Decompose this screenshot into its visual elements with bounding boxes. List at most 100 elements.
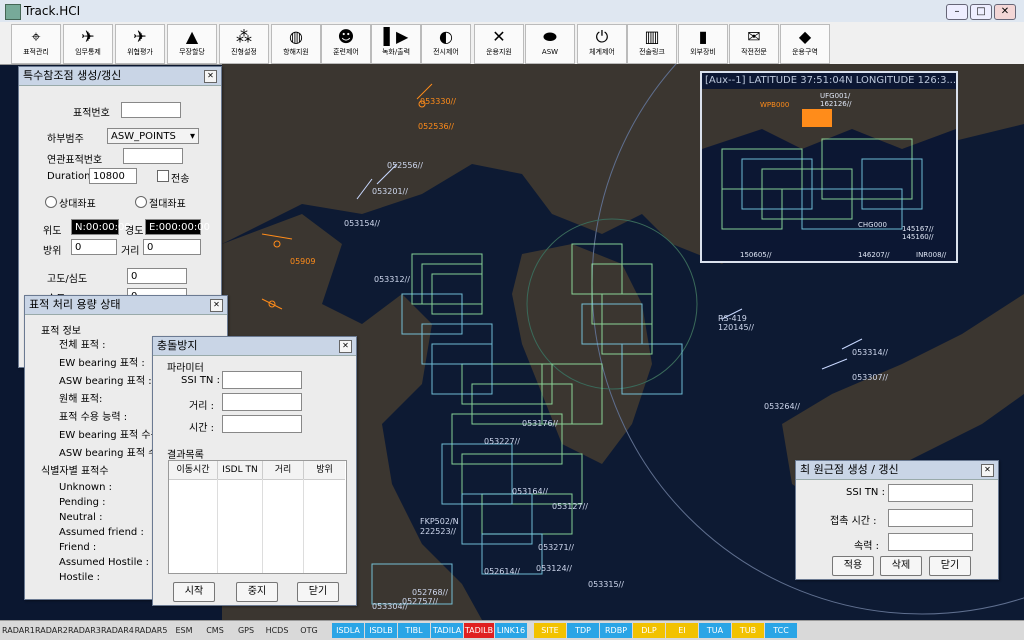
toolbar-button-asw[interactable]: ⬬ ASW xyxy=(525,24,575,64)
column-header[interactable]: 거리 xyxy=(263,461,304,480)
toolbar-button-external[interactable]: ▮ 외부장비 xyxy=(678,24,728,64)
toolbar-button-op-area[interactable]: ◆ 운용구역 xyxy=(780,24,830,64)
close-icon[interactable]: ✕ xyxy=(981,464,994,477)
relative-label: 상대좌표 xyxy=(59,199,96,210)
absolute-label: 절대좌표 xyxy=(149,199,186,210)
toolbar-button-mission-control[interactable]: ✈ 임무통제 xyxy=(63,24,113,64)
status-indicator-rdbp: RDBP xyxy=(600,623,632,638)
absolute-radio[interactable] xyxy=(135,196,147,208)
transmit-checkbox[interactable] xyxy=(157,170,169,182)
subtype-value: ASW_POINTS xyxy=(111,131,176,142)
map-label: 053124// xyxy=(536,564,572,573)
toolbar-button-formation[interactable]: ⁂ 진형설정 xyxy=(219,24,269,64)
id-row: Hostile : xyxy=(59,572,101,583)
close-button[interactable]: 닫기 xyxy=(297,582,339,602)
ssi-input[interactable] xyxy=(888,484,973,502)
close-icon[interactable]: ✕ xyxy=(339,340,352,353)
close-button[interactable]: 닫기 xyxy=(929,556,971,576)
map-label: 053227// xyxy=(484,437,520,446)
toolbar-button-threat-eval[interactable]: ✈ 위협평가 xyxy=(115,24,165,64)
close-icon[interactable]: ✕ xyxy=(204,70,217,83)
time-input[interactable] xyxy=(888,509,973,527)
time-input[interactable] xyxy=(222,415,302,433)
cpa-panel: 최 원근점 생성 / 갱신 ✕ SSI TN : 접촉 시간 : 속력 : 적용… xyxy=(795,460,999,580)
time-label: 접촉 시간 : xyxy=(830,516,877,527)
status-indicator-radar4: RADAR4 xyxy=(101,623,134,638)
app-icon xyxy=(5,4,21,20)
map-label: 053264// xyxy=(764,402,800,411)
close-button[interactable]: ✕ xyxy=(994,4,1016,20)
status-indicator-radar2: RADAR2 xyxy=(35,623,68,638)
close-icon[interactable]: ✕ xyxy=(210,299,223,312)
bearing-input[interactable]: 0 xyxy=(71,239,117,255)
start-button[interactable]: 시작 xyxy=(173,582,215,602)
ssi-input[interactable] xyxy=(222,371,302,389)
window-title: Track.HCI xyxy=(24,4,81,18)
toolbar-button-op-message[interactable]: ✉ 작전전문 xyxy=(729,24,779,64)
trainee-icon: ☻ xyxy=(337,27,355,46)
speed-label: 속력 : xyxy=(854,541,879,552)
map-label: 05909 xyxy=(290,257,315,266)
map-label: 053304// xyxy=(372,602,408,611)
map-label: 053307// xyxy=(852,373,888,382)
status-indicator-tua: TUA xyxy=(699,623,731,638)
toolbar-button-weapon-assign[interactable]: ▲ 무장할당 xyxy=(167,24,217,64)
linked-track-input[interactable] xyxy=(123,148,183,164)
aux-label: WPB000 xyxy=(760,101,789,109)
map-label: RS-419 xyxy=(718,314,747,323)
status-indicator-radar3: RADAR3 xyxy=(68,623,101,638)
status-bar: RADAR1 RADAR2 RADAR3 RADAR4 RADAR5 ESM CMS GPS H… xyxy=(0,620,1024,640)
envelope-icon: ✉ xyxy=(747,27,761,46)
panel-title: 최 원근점 생성 / 갱신 xyxy=(796,461,998,480)
aux-label: CHG000 xyxy=(858,221,887,229)
delete-button[interactable]: 삭제 xyxy=(880,556,922,576)
toolbar-button-training[interactable]: ☻ 훈련제어 xyxy=(321,24,371,64)
aux-view-window[interactable]: [Aux--1] LATITUDE 37:51:04N LONGITUDE 12… xyxy=(700,71,958,263)
aux-map-canvas[interactable]: UFG001/ 162126// WPB000 CHG000 145160// … xyxy=(702,89,956,259)
column-header[interactable]: ISDL TN xyxy=(218,461,263,480)
aux-label: INR008// xyxy=(916,251,947,259)
id-row: Assumed Hostile : xyxy=(59,557,150,568)
apply-button[interactable]: 적용 xyxy=(832,556,874,576)
toolbar-button-record[interactable]: ▌▶ 녹화/출력 xyxy=(371,24,421,64)
subtype-select[interactable]: ASW_POINTS ▾ xyxy=(107,128,199,144)
toolbar-button-system-control[interactable]: ⏻ 체계제어 xyxy=(577,24,627,64)
toolbar-button-tactical-link[interactable]: ▥ 전술링크 xyxy=(627,24,677,64)
maximize-button[interactable]: □ xyxy=(970,4,992,20)
toolbar-button-navigation[interactable]: ◍ 항해지원 xyxy=(271,24,321,64)
status-indicator-tcc: TCC xyxy=(765,623,797,638)
asw-label: ASW bearing 표적 : xyxy=(59,376,152,387)
panel-title: 특수참조점 생성/갱신 xyxy=(19,67,221,86)
latitude-input[interactable]: N:00:00:00 xyxy=(71,219,131,235)
column-header[interactable]: 방위 xyxy=(304,461,345,480)
asw-capacity-label: ASW bearing 표적 수용 xyxy=(59,448,167,459)
map-label: 053314// xyxy=(852,348,888,357)
speed-input[interactable] xyxy=(888,533,973,551)
relative-radio[interactable] xyxy=(45,196,57,208)
range-input[interactable] xyxy=(222,393,302,411)
duration-input[interactable]: 10800 xyxy=(89,168,137,184)
stop-button[interactable]: 중지 xyxy=(236,582,278,602)
aux-view-header: [Aux--1] LATITUDE 37:51:04N LONGITUDE 12… xyxy=(702,73,956,89)
info-header: 표적 정보 xyxy=(41,326,81,337)
toolbar-button-ops-support[interactable]: ✕ 운용지원 xyxy=(474,24,524,64)
range-input[interactable]: 0 xyxy=(143,239,201,255)
toolbar-button-display[interactable]: ◐ 전시제어 xyxy=(421,24,471,64)
map-label: 052556// xyxy=(387,161,423,170)
params-header: 파라미터 xyxy=(167,363,204,374)
column-header[interactable]: 이동시간 xyxy=(169,461,218,480)
status-indicator-tdp: TDP xyxy=(567,623,599,638)
map-label: 053201// xyxy=(372,187,408,196)
altitude-input[interactable]: 0 xyxy=(127,268,187,284)
submarine-icon: ⬬ xyxy=(543,27,557,46)
status-indicator-otg: OTG xyxy=(293,623,325,638)
longitude-input[interactable]: E:000:00:00 xyxy=(145,219,210,235)
status-indicator-dlp: DLP xyxy=(633,623,665,638)
link-icon: ▥ xyxy=(644,27,660,46)
status-indicator-radar5: RADAR5 xyxy=(134,623,168,638)
track-number-input[interactable] xyxy=(121,102,181,118)
results-table[interactable]: 이동시간 ISDL TN 거리 방위 xyxy=(168,460,347,574)
minimize-button[interactable]: – xyxy=(946,4,968,20)
title-bar: Track.HCI – □ ✕ xyxy=(0,0,1024,23)
toolbar-button-track-mgmt[interactable]: ⌖ 표적관리 xyxy=(11,24,61,64)
